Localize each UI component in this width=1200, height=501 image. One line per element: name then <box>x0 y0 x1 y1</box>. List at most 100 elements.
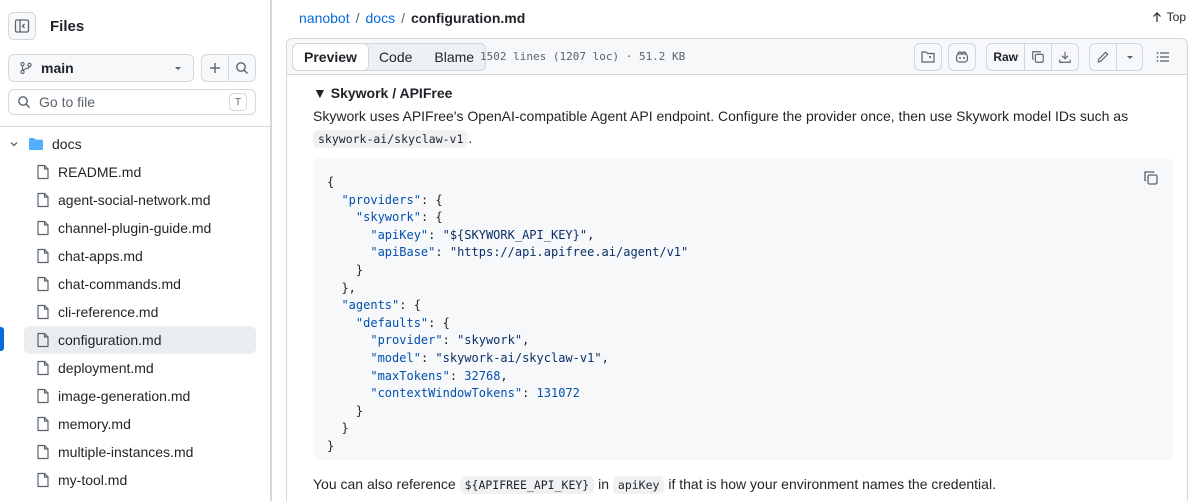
breadcrumb-current-file: configuration.md <box>410 10 526 26</box>
active-file-indicator <box>0 327 4 351</box>
breadcrumb-repo-link[interactable]: nanobot <box>299 10 350 26</box>
view-mode-tabs: Preview Code Blame <box>292 43 487 71</box>
list-unordered-icon <box>1155 49 1171 65</box>
raw-copy-download-group: Raw <box>986 43 1079 71</box>
file-name: multiple-instances.md <box>58 444 194 460</box>
json-number: 32768 <box>464 368 501 383</box>
download-button[interactable] <box>1051 44 1078 70</box>
json-string: "skywork" <box>457 333 523 348</box>
json-key: "provider" <box>370 333 443 348</box>
tree-file[interactable]: channel-plugin-guide.md <box>0 214 256 242</box>
sidebar-title: Files <box>50 17 85 35</box>
symbols-button[interactable] <box>914 43 943 71</box>
tree-file[interactable]: my-tool.md <box>0 466 256 494</box>
copy-raw-button[interactable] <box>1024 44 1051 70</box>
tree-file[interactable]: chat-commands.md <box>0 270 256 298</box>
back-to-top-label: Top <box>1166 10 1186 24</box>
tab-blame[interactable]: Blame <box>423 44 485 70</box>
edit-dropdown-button[interactable] <box>1116 44 1142 70</box>
copilot-icon <box>954 49 970 65</box>
download-icon <box>1058 50 1072 64</box>
file-stats: 1502 lines (1207 loc) · 51.2 KB <box>480 50 686 63</box>
copy-icon <box>1031 50 1045 64</box>
file-icon <box>36 360 50 376</box>
details-summary-toggle[interactable]: ▼ Skywork / APIFree <box>313 85 452 101</box>
file-name: image-generation.md <box>58 388 191 404</box>
json-key: "apiBase" <box>370 245 436 260</box>
tree-file-active[interactable]: configuration.md <box>24 326 256 354</box>
paragraph-period: . <box>468 130 473 146</box>
branch-name: main <box>41 60 74 76</box>
breadcrumb-separator: / <box>401 10 405 26</box>
inline-code-env-var: ${APIFREE_API_KEY} <box>459 476 595 494</box>
tab-preview[interactable]: Preview <box>292 43 369 71</box>
git-branch-icon <box>19 61 33 75</box>
search-files-button[interactable] <box>228 55 255 81</box>
file-name: agent-social-network.md <box>58 192 211 208</box>
paragraph-text: You can also reference <box>313 476 456 492</box>
tree-file[interactable]: multiple-instances.md <box>0 438 256 466</box>
add-file-button[interactable] <box>202 55 228 81</box>
file-viewer: nanobot / docs / configuration.md Top Pr… <box>272 0 1200 501</box>
go-to-file-box: T <box>8 89 256 115</box>
caret-down-icon <box>173 63 183 73</box>
file-icon <box>36 444 50 460</box>
file-name: memory.md <box>58 416 131 432</box>
json-key: "apiKey" <box>370 227 429 242</box>
folder-icon <box>28 137 44 151</box>
edit-group <box>1089 43 1143 71</box>
file-tree: docs README.md agent-social-network.md c… <box>0 130 270 494</box>
file-name: cli-reference.md <box>58 304 159 320</box>
back-to-top-button[interactable]: Top <box>1152 10 1186 24</box>
tree-file[interactable]: image-generation.md <box>0 382 256 410</box>
file-icon <box>36 304 50 320</box>
json-key: "defaults" <box>355 315 429 330</box>
caret-down-icon <box>1125 52 1135 62</box>
chevron-down-icon <box>8 138 20 150</box>
json-code-block: { "providers": { "skywork": { "apiKey": … <box>313 158 1173 460</box>
edit-file-button[interactable] <box>1090 44 1116 70</box>
plus-icon <box>208 61 222 75</box>
json-key: "contextWindowTokens" <box>370 386 523 401</box>
folder-name: docs <box>52 136 82 152</box>
tree-folder-docs[interactable]: docs <box>0 130 256 158</box>
breadcrumb-folder-link[interactable]: docs <box>366 10 396 26</box>
copy-code-button[interactable] <box>1143 170 1159 186</box>
sidebar-collapse-icon <box>14 18 30 34</box>
branch-selector[interactable]: main <box>8 54 194 82</box>
file-icon <box>36 472 50 488</box>
tab-code[interactable]: Code <box>368 44 423 70</box>
json-key: "maxTokens" <box>370 368 450 383</box>
file-toolbar: Preview Code Blame 1502 lines (1207 loc)… <box>286 38 1188 74</box>
search-icon <box>17 95 31 109</box>
search-icon <box>235 61 249 75</box>
inline-code-model: skywork-ai/skyclaw-v1 <box>313 130 469 148</box>
file-icon <box>36 416 50 432</box>
file-name: deployment.md <box>58 360 154 376</box>
tree-file[interactable]: cli-reference.md <box>0 298 256 326</box>
paragraph-intro: Skywork uses APIFree's OpenAI-compatible… <box>313 105 1173 150</box>
tree-file[interactable]: chat-apps.md <box>0 242 256 270</box>
copilot-button[interactable] <box>948 43 977 71</box>
tree-file[interactable]: agent-social-network.md <box>0 186 256 214</box>
file-icon <box>36 276 50 292</box>
code-square-icon <box>920 49 936 65</box>
tree-file[interactable]: memory.md <box>0 410 256 438</box>
raw-button[interactable]: Raw <box>987 44 1024 70</box>
file-icon <box>36 164 50 180</box>
tree-file[interactable]: deployment.md <box>0 354 256 382</box>
go-to-file-input[interactable] <box>39 94 229 110</box>
file-name: README.md <box>58 164 142 180</box>
outline-button[interactable] <box>1149 43 1177 71</box>
file-actions-group <box>201 54 256 82</box>
copy-icon <box>1143 170 1159 186</box>
breadcrumb: nanobot / docs / configuration.md <box>299 10 525 26</box>
json-number: 131072 <box>536 386 580 401</box>
collapse-sidebar-button[interactable] <box>8 12 36 40</box>
sidebar-header: Files <box>8 12 84 40</box>
json-key: "model" <box>370 350 421 365</box>
sidebar-divider <box>0 126 270 127</box>
pencil-icon <box>1096 50 1110 64</box>
code-line: { <box>327 175 335 189</box>
tree-file[interactable]: README.md <box>0 158 256 186</box>
